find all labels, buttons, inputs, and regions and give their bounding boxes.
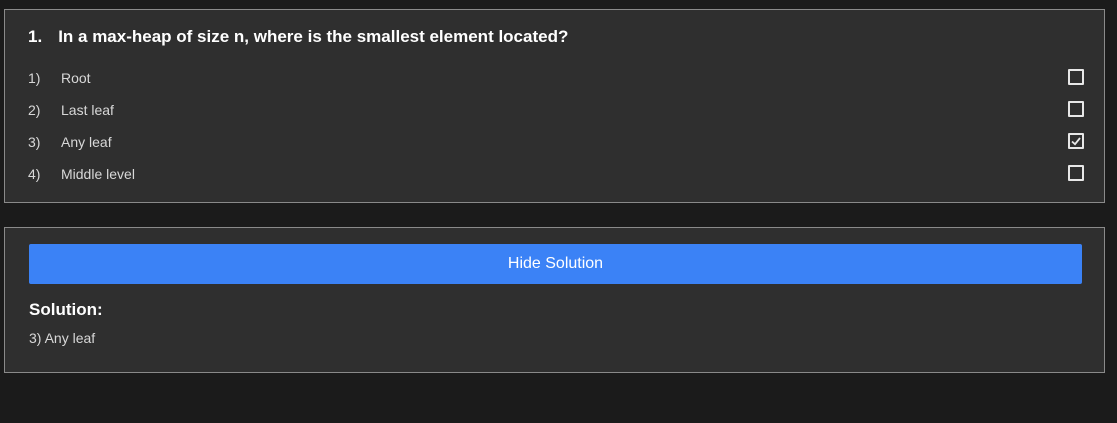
question-title: 1. In a max-heap of size n, where is the… — [28, 27, 568, 47]
checkmark-icon — [1071, 137, 1081, 146]
solution-answer: 3) Any leaf — [29, 330, 96, 346]
solution-card: Hide Solution Solution: 3) Any leaf — [4, 227, 1105, 373]
option-row[interactable]: 4) Middle level — [28, 162, 1084, 186]
option-checkbox[interactable] — [1068, 165, 1084, 181]
option-label: Middle level — [61, 166, 135, 182]
question-text: In a max-heap of size n, where is the sm… — [58, 27, 569, 46]
option-checkbox[interactable] — [1068, 133, 1084, 149]
option-row[interactable]: 3) Any leaf — [28, 130, 1084, 154]
solution-heading: Solution: — [29, 300, 103, 319]
question-number: 1. — [28, 27, 43, 46]
question-card: 1. In a max-heap of size n, where is the… — [4, 9, 1105, 203]
option-number: 1) — [28, 70, 41, 86]
option-row[interactable]: 2) Last leaf — [28, 98, 1084, 122]
hide-solution-button[interactable]: Hide Solution — [29, 244, 1082, 284]
option-number: 4) — [28, 166, 41, 182]
option-checkbox[interactable] — [1068, 69, 1084, 85]
option-label: Last leaf — [61, 102, 114, 118]
option-checkbox[interactable] — [1068, 101, 1084, 117]
option-label: Root — [61, 70, 91, 86]
option-number: 3) — [28, 134, 41, 150]
option-label: Any leaf — [61, 134, 112, 150]
option-row[interactable]: 1) Root — [28, 66, 1084, 90]
option-number: 2) — [28, 102, 41, 118]
